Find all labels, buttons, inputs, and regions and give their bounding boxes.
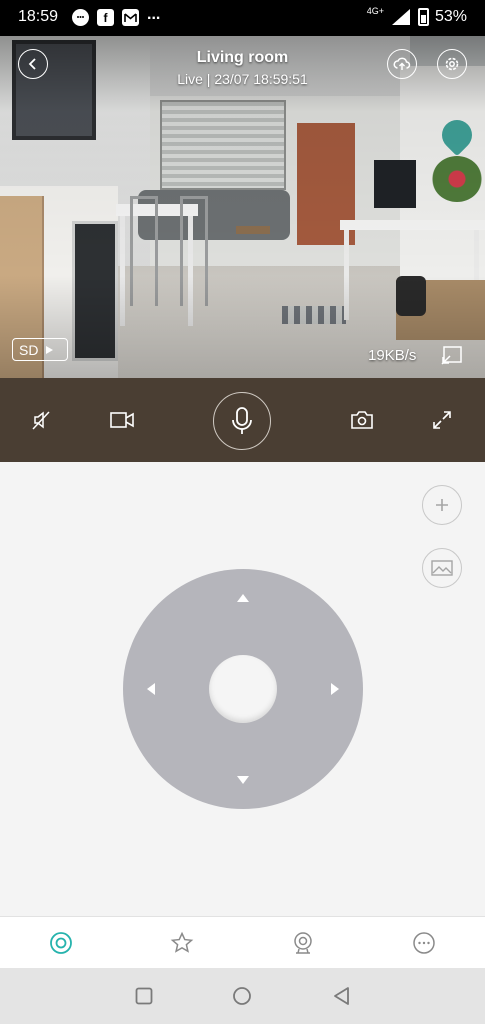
nav-live-view[interactable] [48,930,74,956]
favorites-star-icon [170,931,194,953]
pan-up-arrow-icon[interactable] [237,594,249,602]
status-bar: 18:59 f ... 4G+ 53% [0,0,485,36]
joystick-knob[interactable] [209,655,277,723]
ptz-control-area [0,462,485,916]
gear-icon [445,57,459,71]
gmail-icon [122,9,139,26]
network-type: 4G+ [366,6,384,16]
bottom-navigation [0,916,485,968]
circle-home-icon [233,987,251,1005]
pan-right-arrow-icon[interactable] [331,683,339,695]
chat-bubble-icon [72,9,89,26]
nav-messages[interactable] [411,930,437,956]
camera-app-screen: 18:59 f ... 4G+ 53% Living room Live | 2… [0,0,485,1024]
pan-left-arrow-icon[interactable] [147,683,155,695]
square-recent-icon [135,987,153,1005]
play-triangle-icon [46,345,54,354]
cloud-upload-button[interactable] [387,49,417,79]
quality-selector[interactable]: SD [12,338,68,361]
messages-icon [413,932,435,954]
settings-button[interactable] [437,49,467,79]
battery-icon [417,8,429,26]
recent-apps-button[interactable] [133,985,155,1007]
camera-device-icon [294,932,312,954]
data-rate: 19KB/s [368,347,417,364]
gallery-image-icon [431,560,453,576]
fullscreen-icon [433,411,451,429]
battery-percent: 53% [434,8,467,25]
direction-joystick[interactable] [123,569,363,809]
camera-feed[interactable]: Living room Live | 23/07 18:59:51 SD 19K… [0,36,485,378]
gallery-button[interactable] [422,548,462,588]
notification-icons: f ... [72,5,161,26]
facebook-icon: f [97,9,114,26]
zoom-in-plus-icon [436,499,448,511]
fullscreen-button[interactable] [428,406,456,434]
cloud-upload-icon [393,57,411,70]
microphone-button[interactable] [213,392,271,450]
record-video-button[interactable] [108,406,136,434]
mute-button[interactable] [27,406,55,434]
exit-fullscreen-icon[interactable] [440,344,464,366]
status-right: 4G+ 53% [366,6,467,26]
live-view-icon [50,932,72,954]
more-notifications: ... [147,5,161,23]
nav-favorites[interactable] [169,930,195,956]
system-navigation-bar [0,968,485,1024]
home-button[interactable] [231,985,253,1007]
feed-shade-overlay [0,36,485,378]
system-back-button[interactable] [330,985,352,1007]
triangle-back-icon [334,987,349,1005]
signal-icon [391,9,410,25]
screenshot-camera-icon [351,411,373,429]
control-bar [0,378,485,462]
screenshot-button[interactable] [348,406,376,434]
record-video-icon [110,412,134,428]
nav-camera-device[interactable] [290,930,316,956]
quality-label: SD [19,341,39,358]
zoom-in-button[interactable] [422,485,462,525]
mute-icon [32,411,50,430]
microphone-icon [232,407,252,434]
status-time: 18:59 [18,8,59,25]
pan-down-arrow-icon[interactable] [237,776,249,784]
